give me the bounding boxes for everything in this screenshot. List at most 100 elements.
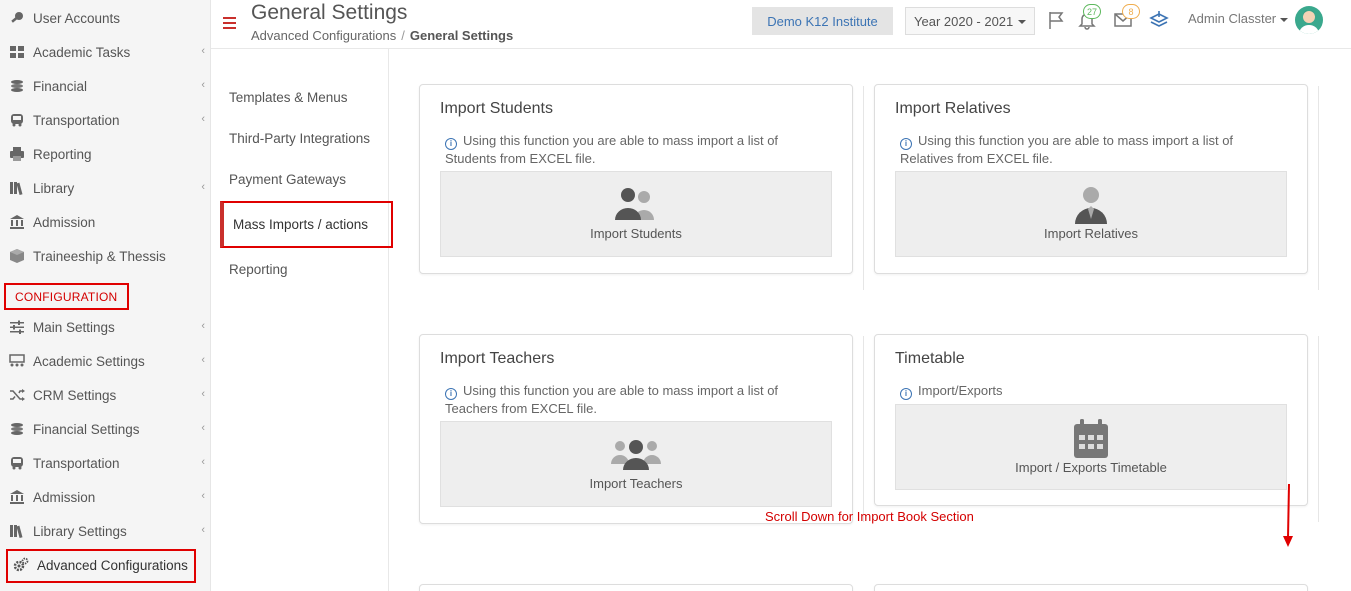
user-group-icon — [611, 440, 661, 470]
bus-icon — [8, 112, 26, 128]
sidebar-item-traineeship[interactable]: Traineeship & Thessis — [0, 239, 211, 273]
caret-down-icon — [1280, 17, 1289, 22]
chevron-left-icon: ‹ — [201, 388, 205, 400]
breadcrumb-separator: / — [401, 28, 405, 43]
sidebar-item-library-settings[interactable]: Library Settings ‹ — [0, 514, 211, 548]
sidebar-item-main-settings[interactable]: Main Settings ‹ — [0, 310, 211, 344]
sidebar-item-label: Academic Tasks — [33, 44, 131, 60]
chevron-left-icon: ‹ — [201, 456, 205, 468]
chevron-left-icon: ‹ — [201, 79, 205, 91]
chevron-left-icon: ‹ — [201, 524, 205, 536]
sidebar-item-user-accounts[interactable]: User Accounts — [0, 1, 211, 35]
books-icon — [8, 523, 26, 539]
page-title: General Settings — [251, 1, 408, 24]
books-icon — [8, 180, 26, 196]
sidebar-item-label: Traineeship & Thessis — [33, 248, 166, 264]
import-relatives-tile[interactable]: Import Relatives — [895, 171, 1287, 257]
sidebar-item-label: Main Settings — [33, 319, 115, 335]
bus-icon — [8, 455, 26, 471]
sidebar-item-transportation-settings[interactable]: Transportation ‹ — [0, 446, 211, 480]
card-info-text: Import/Exports — [918, 383, 1003, 398]
coins-icon — [8, 78, 26, 94]
tile-label: Import Relatives — [1044, 226, 1138, 241]
sidebar-item-label: Transportation — [33, 112, 120, 128]
info-icon: i — [445, 137, 457, 150]
chevron-left-icon: ‹ — [201, 181, 205, 193]
caret-down-icon — [1018, 20, 1026, 24]
institute-button[interactable]: Demo K12 Institute — [752, 7, 893, 35]
user-tie-icon — [1075, 187, 1107, 224]
card-import-teachers: Import Teachers i Using this function you… — [419, 334, 853, 524]
tile-label: Import Teachers — [589, 476, 683, 491]
card-next-row — [419, 584, 853, 591]
card-info: i Using this function you are able to mas… — [900, 132, 1280, 167]
year-select[interactable]: Year 2020 - 2021 — [905, 7, 1035, 35]
arrow-down-icon — [1283, 484, 1293, 547]
users-icon — [615, 188, 654, 220]
printer-icon — [8, 146, 26, 162]
sidebar-item-admission[interactable]: Admission — [0, 205, 211, 239]
chevron-left-icon: ‹ — [201, 422, 205, 434]
notifications-badge: 27 — [1083, 4, 1102, 19]
sidebar-item-reporting[interactable]: Reporting — [0, 137, 211, 171]
breadcrumb: Advanced Configurations / General Settings — [251, 28, 513, 43]
sidebar-item-label: User Accounts — [33, 10, 121, 26]
sidebar-item-financial[interactable]: Financial ‹ — [0, 69, 211, 103]
sidebar-item-label: Library — [33, 180, 75, 196]
sidebar-item-label: Academic Settings — [33, 353, 145, 369]
sidebar: User Accounts Academic Tasks ‹ Financial… — [0, 0, 211, 591]
avatar[interactable] — [1295, 6, 1323, 34]
gears-icon — [12, 557, 30, 573]
box-icon — [8, 248, 26, 264]
import-exports-timetable-tile[interactable]: Import / Exports Timetable — [895, 404, 1287, 490]
user-name: Admin Classter — [1188, 11, 1277, 26]
chevron-left-icon: ‹ — [201, 113, 205, 125]
card-import-relatives: Import Relatives i Using this function yo… — [874, 84, 1308, 274]
sidebar-item-label: Reporting — [33, 146, 92, 162]
coins-icon — [8, 421, 26, 437]
submenu-payment-gateways[interactable]: Payment Gateways — [229, 172, 346, 187]
card-import-students: Import Students i Using this function you… — [419, 84, 853, 274]
institution-icon — [8, 214, 26, 230]
submenu-third-party-integrations[interactable]: Third-Party Integrations — [229, 131, 370, 146]
breadcrumb-parent-link[interactable]: Advanced Configurations — [251, 28, 396, 43]
sidebar-item-label: Advanced Configurations — [37, 557, 188, 573]
user-menu[interactable]: Admin Classter — [1188, 11, 1289, 26]
flag-icon[interactable] — [1047, 10, 1067, 30]
key-icon — [8, 10, 26, 26]
grid-icon — [8, 44, 26, 60]
sidebar-item-financial-settings[interactable]: Financial Settings ‹ — [0, 412, 211, 446]
sidebar-item-transportation[interactable]: Transportation ‹ — [0, 103, 211, 137]
card-info: i Import/Exports — [900, 382, 1280, 400]
menu-toggle-icon[interactable] — [223, 17, 236, 32]
card-info: i Using this function you are able to mas… — [445, 132, 825, 167]
card-info-text: Using this function you are able to mass… — [445, 383, 779, 416]
layers-icon[interactable] — [1149, 10, 1169, 30]
top-header: General Settings Advanced Configurations… — [211, 0, 1351, 49]
divider — [863, 336, 864, 522]
submenu-templates-menus[interactable]: Templates & Menus — [229, 90, 348, 105]
classroom-icon — [8, 353, 26, 369]
info-icon: i — [900, 137, 912, 150]
sidebar-item-label: Library Settings — [33, 523, 127, 539]
divider — [863, 86, 864, 290]
sidebar-item-academic-settings[interactable]: Academic Settings ‹ — [0, 344, 211, 378]
sidebar-item-admission-settings[interactable]: Admission ‹ — [0, 480, 211, 514]
sidebar-item-crm-settings[interactable]: CRM Settings ‹ — [0, 378, 211, 412]
card-title: Timetable — [895, 350, 965, 367]
import-teachers-tile[interactable]: Import Teachers — [440, 421, 832, 507]
import-students-tile[interactable]: Import Students — [440, 171, 832, 257]
sidebar-item-label: CRM Settings — [33, 387, 117, 403]
calendar-icon — [1074, 419, 1108, 458]
card-info: i Using this function you are able to mas… — [445, 382, 825, 417]
divider — [1318, 336, 1319, 522]
card-timetable: Timetable i Import/Exports Import / Expor… — [874, 334, 1308, 506]
messages-badge: 8 — [1122, 4, 1140, 19]
sidebar-item-label: Financial — [33, 78, 88, 94]
sidebar-item-advanced-configurations[interactable]: Advanced Configurations — [0, 548, 211, 582]
institution-icon — [8, 489, 26, 505]
submenu-reporting[interactable]: Reporting — [229, 262, 288, 277]
sidebar-item-library[interactable]: Library ‹ — [0, 171, 211, 205]
sidebar-item-academic-tasks[interactable]: Academic Tasks ‹ — [0, 35, 211, 69]
submenu-mass-imports[interactable]: Mass Imports / actions — [233, 217, 368, 232]
